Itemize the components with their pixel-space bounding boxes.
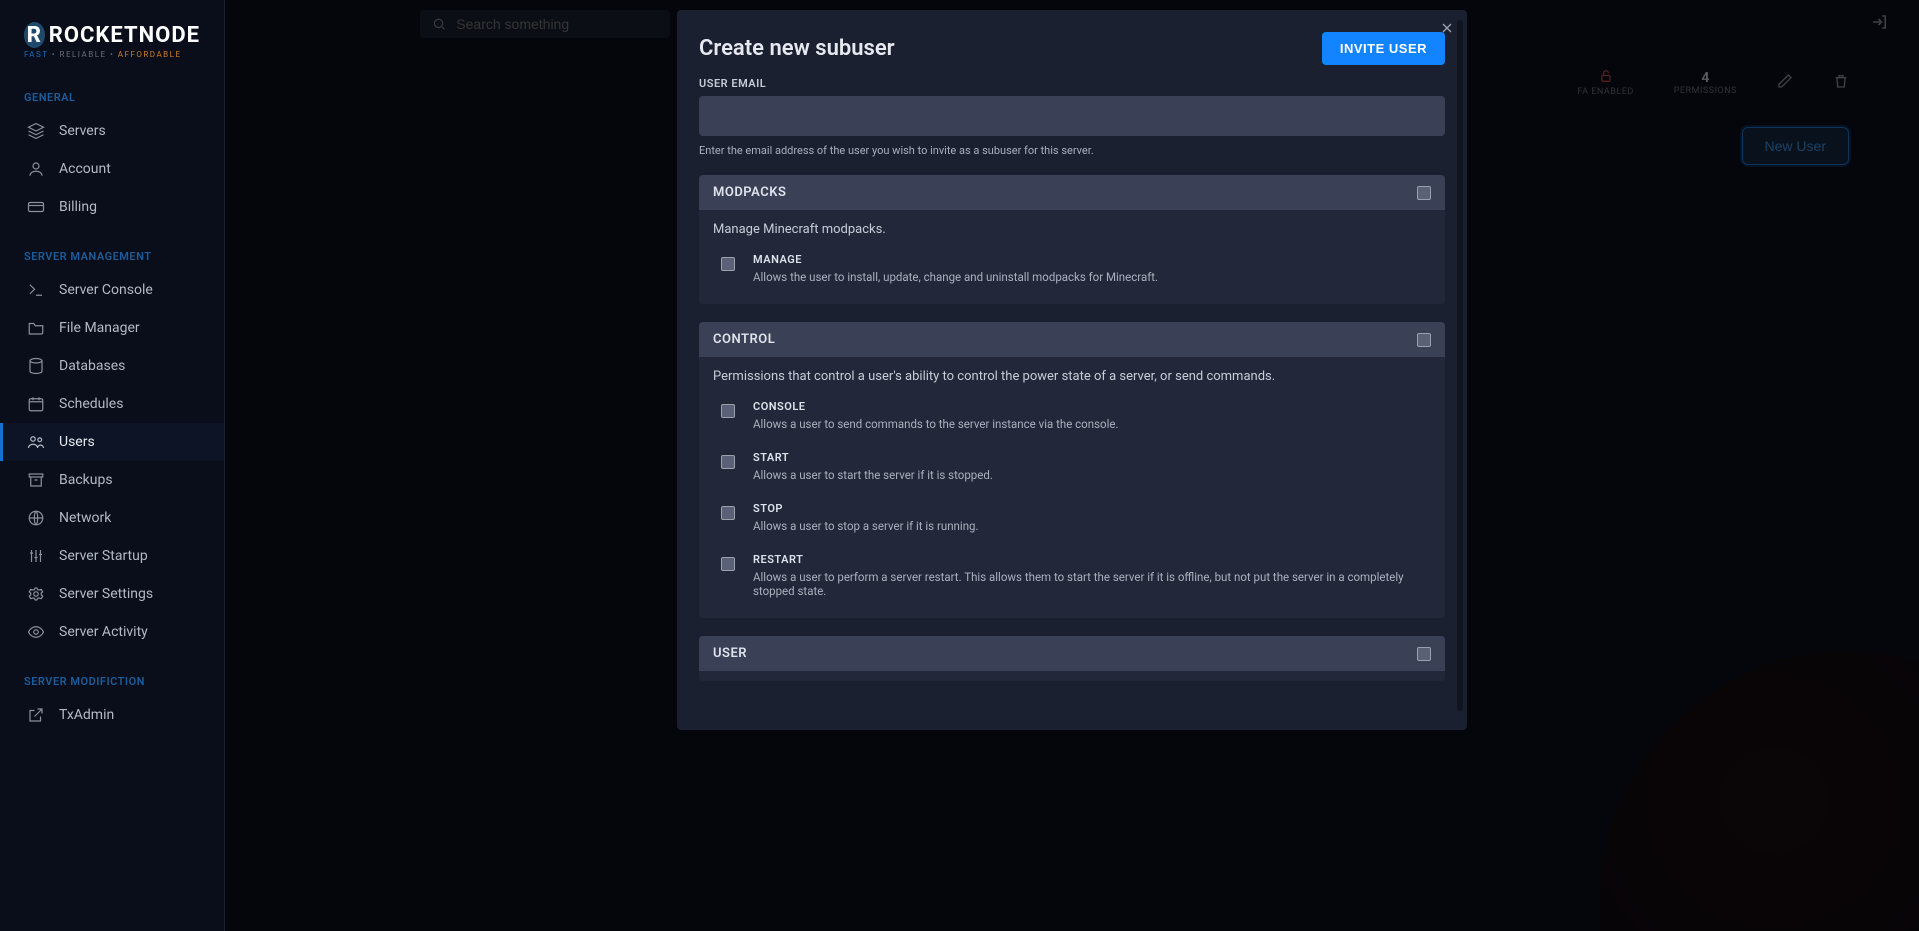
perm-item-title: START bbox=[753, 451, 993, 464]
users-icon bbox=[27, 433, 45, 451]
brand-tagline: FAST • RELIABLE • AFFORDABLE bbox=[24, 50, 200, 59]
sidebar-item-activity[interactable]: Server Activity bbox=[0, 613, 224, 651]
section-mgmt: SERVER MANAGEMENT bbox=[0, 226, 224, 271]
folder-icon bbox=[27, 319, 45, 337]
database-icon bbox=[27, 357, 45, 375]
perm-item-desc: Allows a user to perform a server restar… bbox=[753, 570, 1423, 598]
perm-item[interactable]: CONSOLE Allows a user to send commands to… bbox=[699, 390, 1445, 441]
close-icon bbox=[1439, 20, 1455, 36]
perm-item-checkbox[interactable] bbox=[721, 455, 735, 469]
card-icon bbox=[27, 198, 45, 216]
perm-group-title: MODPACKS bbox=[713, 185, 786, 200]
sidebar-item-label: Backups bbox=[59, 472, 113, 488]
perm-item-desc: Allows a user to start the server if it … bbox=[753, 468, 993, 482]
perm-item[interactable]: STOP Allows a user to stop a server if it… bbox=[699, 492, 1445, 543]
sidebar-item-label: Databases bbox=[59, 358, 125, 374]
perm-group-title: CONTROL bbox=[713, 332, 775, 347]
archive-icon bbox=[27, 471, 45, 489]
sidebar-item-startup[interactable]: Server Startup bbox=[0, 537, 224, 575]
perm-item[interactable]: MANAGE Allows the user to install, update… bbox=[699, 243, 1445, 294]
sidebar-item-billing[interactable]: Billing bbox=[0, 188, 224, 226]
perm-group-user: USER bbox=[699, 636, 1445, 681]
sidebar-item-label: Server Settings bbox=[59, 586, 153, 602]
sidebar-item-network[interactable]: Network bbox=[0, 499, 224, 537]
perm-item-title: MANAGE bbox=[753, 253, 1158, 266]
terminal-icon bbox=[27, 281, 45, 299]
perm-group-title: USER bbox=[713, 646, 747, 661]
user-icon bbox=[27, 160, 45, 178]
sidebar-item-label: TxAdmin bbox=[59, 707, 114, 723]
sidebar-item-label: Server Console bbox=[59, 282, 153, 298]
modal-overlay[interactable]: Create new subuser INVITE USER USER EMAI… bbox=[225, 0, 1919, 931]
calendar-icon bbox=[27, 395, 45, 413]
sidebar-item-servers[interactable]: Servers bbox=[0, 112, 224, 150]
perm-group-checkbox[interactable] bbox=[1417, 333, 1431, 347]
sidebar-item-users[interactable]: Users bbox=[0, 423, 224, 461]
sidebar-item-account[interactable]: Account bbox=[0, 150, 224, 188]
globe-icon bbox=[27, 509, 45, 527]
sidebar-item-schedules[interactable]: Schedules bbox=[0, 385, 224, 423]
sidebar-item-label: Schedules bbox=[59, 396, 123, 412]
brand-name: ROCKETNODE bbox=[49, 23, 200, 48]
sidebar-item-console[interactable]: Server Console bbox=[0, 271, 224, 309]
section-mod: SERVER MODIFICTION bbox=[0, 651, 224, 696]
perm-item-title: RESTART bbox=[753, 553, 1423, 566]
perm-item-checkbox[interactable] bbox=[721, 557, 735, 571]
email-label: USER EMAIL bbox=[699, 77, 1445, 90]
perm-group-desc: Permissions that control a user's abilit… bbox=[699, 357, 1445, 390]
brand-logo[interactable]: R ROCKETNODE FAST • RELIABLE • AFFORDABL… bbox=[0, 12, 224, 67]
perm-item-desc: Allows a user to send commands to the se… bbox=[753, 417, 1119, 431]
sidebar-item-label: File Manager bbox=[59, 320, 140, 336]
perm-item-desc: Allows the user to install, update, chan… bbox=[753, 270, 1158, 284]
external-link-icon bbox=[27, 706, 45, 724]
sidebar-item-label: Server Startup bbox=[59, 548, 148, 564]
user-email-input[interactable] bbox=[699, 96, 1445, 136]
gear-icon bbox=[27, 585, 45, 603]
perm-item[interactable]: RESTART Allows a user to perform a server… bbox=[699, 543, 1445, 608]
main-content: FA ENABLED 4 PERMISSIONS New User bbox=[225, 0, 1919, 931]
modal-title: Create new subuser bbox=[699, 36, 895, 61]
sidebar-item-label: Billing bbox=[59, 199, 97, 215]
create-subuser-modal: Create new subuser INVITE USER USER EMAI… bbox=[677, 10, 1467, 730]
eye-icon bbox=[27, 623, 45, 641]
modal-close-button[interactable] bbox=[1439, 20, 1455, 40]
sidebar-item-databases[interactable]: Databases bbox=[0, 347, 224, 385]
rocket-icon: R bbox=[24, 22, 45, 48]
sidebar-item-label: Users bbox=[59, 434, 95, 450]
perm-group-header[interactable]: USER bbox=[699, 636, 1445, 671]
sidebar-item-settings[interactable]: Server Settings bbox=[0, 575, 224, 613]
sidebar-item-label: Servers bbox=[59, 123, 106, 139]
sidebar-item-label: Server Activity bbox=[59, 624, 148, 640]
email-help: Enter the email address of the user you … bbox=[699, 144, 1445, 157]
perm-item-title: STOP bbox=[753, 502, 979, 515]
perm-group-checkbox[interactable] bbox=[1417, 186, 1431, 200]
perm-group-desc: Manage Minecraft modpacks. bbox=[699, 210, 1445, 243]
perm-group-header[interactable]: CONTROL bbox=[699, 322, 1445, 357]
perm-item-checkbox[interactable] bbox=[721, 257, 735, 271]
modal-scrollbar[interactable] bbox=[1457, 20, 1463, 711]
invite-user-button[interactable]: INVITE USER bbox=[1322, 32, 1445, 65]
sidebar: R ROCKETNODE FAST • RELIABLE • AFFORDABL… bbox=[0, 0, 225, 931]
perm-group-modpacks: MODPACKSManage Minecraft modpacks.MANAGE… bbox=[699, 175, 1445, 304]
layers-icon bbox=[27, 122, 45, 140]
perm-item-desc: Allows a user to stop a server if it is … bbox=[753, 519, 979, 533]
perm-group-checkbox[interactable] bbox=[1417, 647, 1431, 661]
sidebar-item-files[interactable]: File Manager bbox=[0, 309, 224, 347]
perm-item-title: CONSOLE bbox=[753, 400, 1119, 413]
perm-item-checkbox[interactable] bbox=[721, 404, 735, 418]
sidebar-item-backups[interactable]: Backups bbox=[0, 461, 224, 499]
sidebar-item-label: Network bbox=[59, 510, 111, 526]
perm-group-header[interactable]: MODPACKS bbox=[699, 175, 1445, 210]
sidebar-item-label: Account bbox=[59, 161, 111, 177]
perm-item[interactable]: START Allows a user to start the server i… bbox=[699, 441, 1445, 492]
sliders-icon bbox=[27, 547, 45, 565]
section-general: GENERAL bbox=[0, 67, 224, 112]
perm-group-control: CONTROL Permissions that control a user's… bbox=[699, 322, 1445, 618]
perm-item-checkbox[interactable] bbox=[721, 506, 735, 520]
sidebar-item-txadmin[interactable]: TxAdmin bbox=[0, 696, 224, 734]
